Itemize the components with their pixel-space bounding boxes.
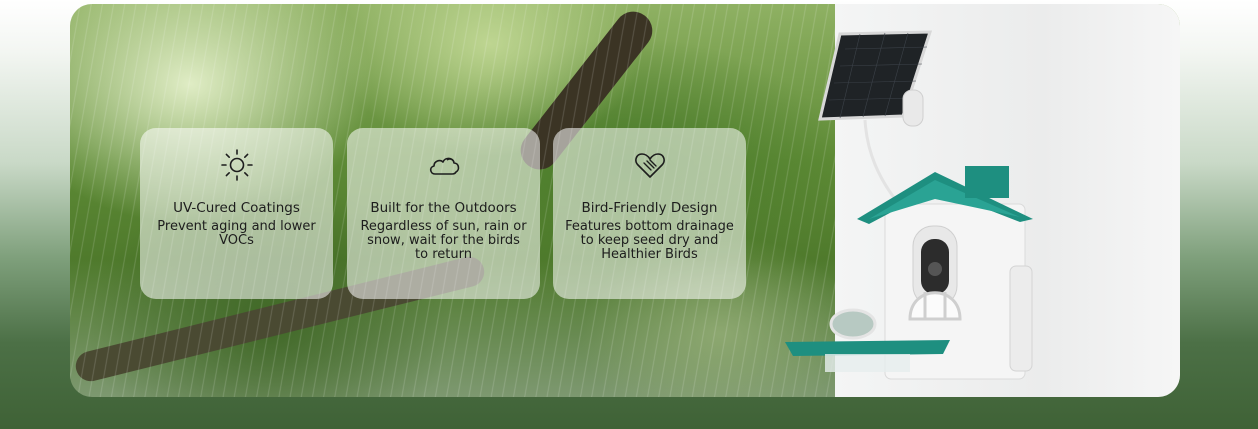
solar-cable — [863, 119, 897, 200]
feature-title: Bird-Friendly Design — [581, 200, 718, 216]
feature-card-uv: UV-Cured Coatings Prevent aging and lowe… — [140, 128, 333, 299]
wall-mount — [1009, 265, 1033, 372]
water-cup — [829, 308, 877, 340]
feature-title: Built for the Outdoors — [370, 200, 517, 216]
sun-icon — [220, 149, 253, 181]
feature-description: Features bottom drainage to keep seed dr… — [565, 219, 734, 262]
feature-title: UV-Cured Coatings — [173, 200, 300, 216]
heart-hand-icon — [634, 153, 665, 178]
feature-card-outdoors: Built for the Outdoors Regardless of sun… — [347, 128, 540, 299]
feature-card-bird-friendly: Bird-Friendly Design Features bottom dra… — [553, 128, 746, 299]
feeder-tray — [785, 340, 950, 356]
bird-feeder-illustration — [785, 30, 1033, 380]
feature-description: Prevent aging and lower VOCs — [157, 219, 316, 248]
chimney — [965, 166, 1009, 198]
product-banner: UV-Cured Coatings Prevent aging and lowe… — [70, 4, 1180, 397]
solar-bracket — [902, 89, 924, 127]
cloud-icon — [429, 157, 459, 175]
feature-description: Regardless of sun, rain or snow, wait fo… — [360, 219, 527, 262]
